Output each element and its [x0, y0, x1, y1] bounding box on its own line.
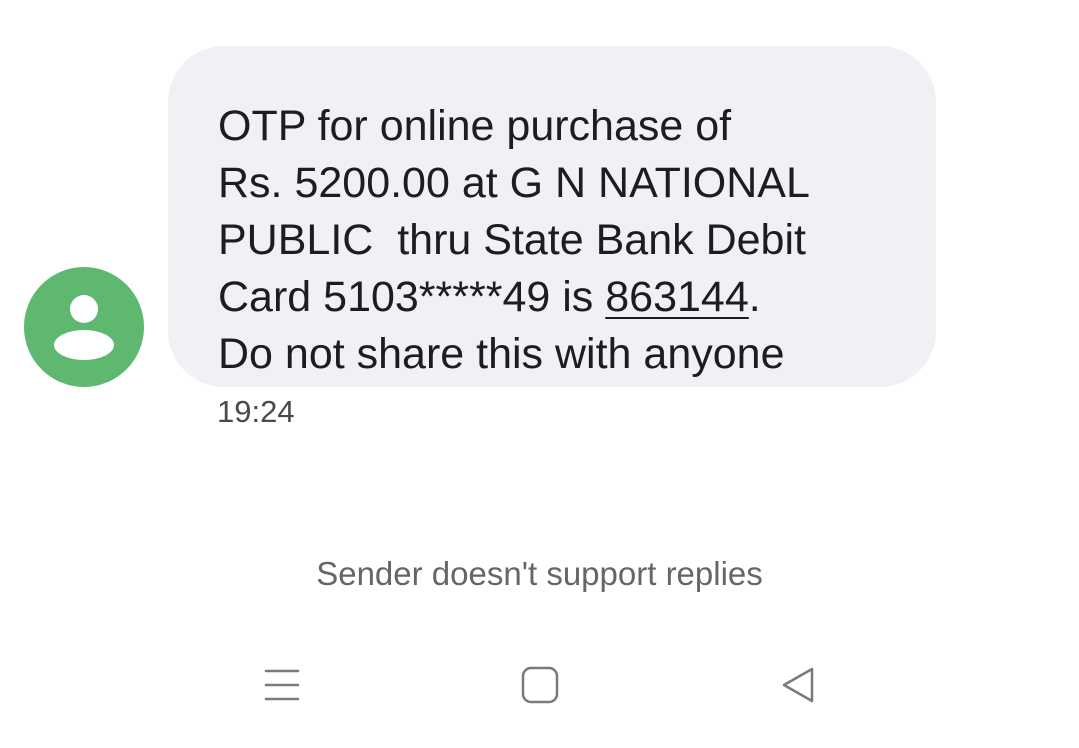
recents-button[interactable]: [252, 655, 312, 715]
otp-code-link[interactable]: 863144: [605, 273, 749, 321]
menu-lines-icon: [264, 669, 300, 701]
message-text: OTP for online purchase of Rs. 5200.00 at…: [218, 98, 906, 383]
triangle-back-icon: [782, 667, 814, 703]
sender-avatar[interactable]: [24, 267, 144, 387]
navigation-bar: [0, 655, 1079, 715]
message-timestamp: 19:24: [217, 394, 295, 429]
message-line: PUBLIC thru State Bank Debit: [218, 216, 806, 264]
card-text: Card 5103*****49 is: [218, 273, 606, 321]
square-home-icon: [521, 666, 559, 704]
message-line: Do not share this with anyone: [218, 330, 785, 378]
message-bubble[interactable]: OTP for online purchase of Rs. 5200.00 at…: [168, 46, 936, 387]
home-button[interactable]: [510, 655, 570, 715]
person-icon: [54, 295, 114, 360]
back-button[interactable]: [768, 655, 828, 715]
message-line: OTP for online purchase of: [218, 102, 732, 150]
no-reply-notice: Sender doesn't support replies: [316, 555, 763, 592]
message-line: Rs. 5200.00 at G N NATIONAL: [218, 159, 810, 207]
message-line: Card 5103*****49 is 863144.: [218, 269, 906, 326]
period-text: .: [748, 273, 761, 321]
sms-conversation-screen: OTP for online purchase of Rs. 5200.00 at…: [0, 0, 1079, 748]
